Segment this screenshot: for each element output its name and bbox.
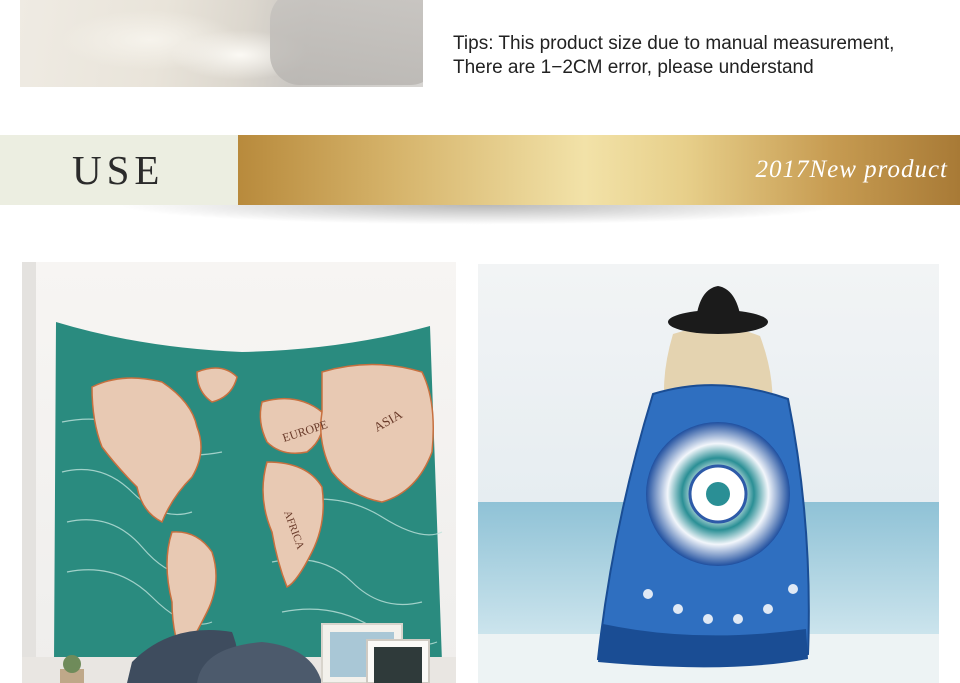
tips-line-2: There are 1−2CM error, please understand <box>453 57 814 78</box>
beach-towel-photo <box>478 264 939 683</box>
beach-scene-illustration <box>478 264 939 683</box>
map-tapestry-illustration: EUROPE ASIA AFRICA <box>22 322 456 683</box>
banner-shadow <box>0 205 960 231</box>
map-tapestry-photo: EUROPE ASIA AFRICA <box>22 262 456 683</box>
section-title: USE <box>72 147 165 193</box>
size-tips: Tips: This product size due to manual me… <box>453 32 953 80</box>
pillow <box>270 0 423 85</box>
bedding-photo <box>20 0 423 87</box>
banner-subtitle: 2017New product <box>755 156 948 183</box>
tips-line-1: Tips: This product size due to manual me… <box>453 33 895 54</box>
